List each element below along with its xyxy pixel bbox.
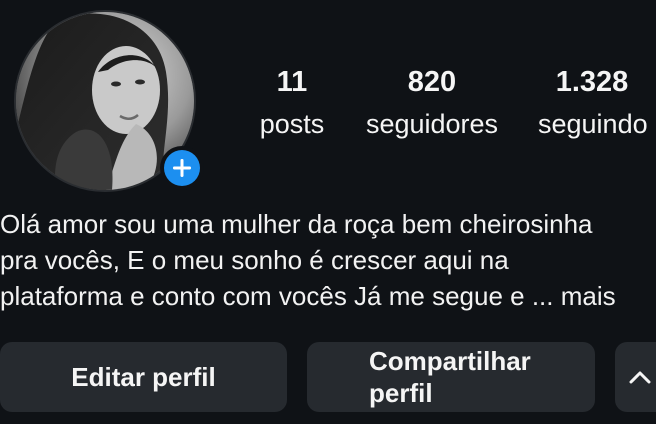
stat-posts-count: 11	[276, 66, 308, 98]
stat-followers[interactable]: 820 seguidores	[358, 64, 506, 144]
add-story-button[interactable]	[160, 146, 204, 190]
plus-icon	[173, 159, 191, 177]
share-profile-button[interactable]: Compartilhar perfil	[307, 342, 595, 412]
stat-followers-label: seguidores	[365, 109, 499, 139]
stat-posts[interactable]: 11 posts	[250, 64, 334, 144]
bio-line-last: plataforma e conto com vocês Já me segue…	[0, 278, 656, 314]
bio-line: pra vocês, E o meu sonho é crescer aqui …	[0, 245, 509, 275]
share-profile-label-line1: Compartilhar	[369, 346, 531, 376]
edit-profile-label: Editar perfil	[71, 362, 216, 392]
stat-following-label: seguindo	[538, 109, 648, 139]
edit-profile-button[interactable]: Editar perfil	[0, 342, 287, 412]
stat-followers-count: 820	[407, 66, 457, 98]
bio-line-text: plataforma e conto com vocês Já me segue…	[0, 281, 554, 311]
bio-line: Olá amor sou uma mulher da roça bem chei…	[0, 209, 593, 239]
profile-actions: Editar perfil Compartilhar perfil	[0, 342, 656, 414]
chevron-up-icon	[629, 371, 651, 384]
profile-stats: 11 posts 820 seguidores 1.328 seguindo	[0, 64, 656, 144]
stat-following-count: 1.328	[555, 66, 629, 98]
stat-following[interactable]: 1.328 seguindo	[528, 64, 656, 144]
bio-more-link[interactable]: mais	[561, 281, 616, 311]
suggested-accounts-toggle-button[interactable]	[615, 342, 656, 412]
stat-posts-label: posts	[259, 109, 325, 139]
profile-bio: Olá amor sou uma mulher da roça bem chei…	[0, 206, 656, 314]
add-story-badge	[164, 150, 200, 186]
profile-header: 11 posts 820 seguidores 1.328 seguindo	[0, 0, 656, 200]
share-profile-label-line2: perfil	[369, 378, 433, 408]
